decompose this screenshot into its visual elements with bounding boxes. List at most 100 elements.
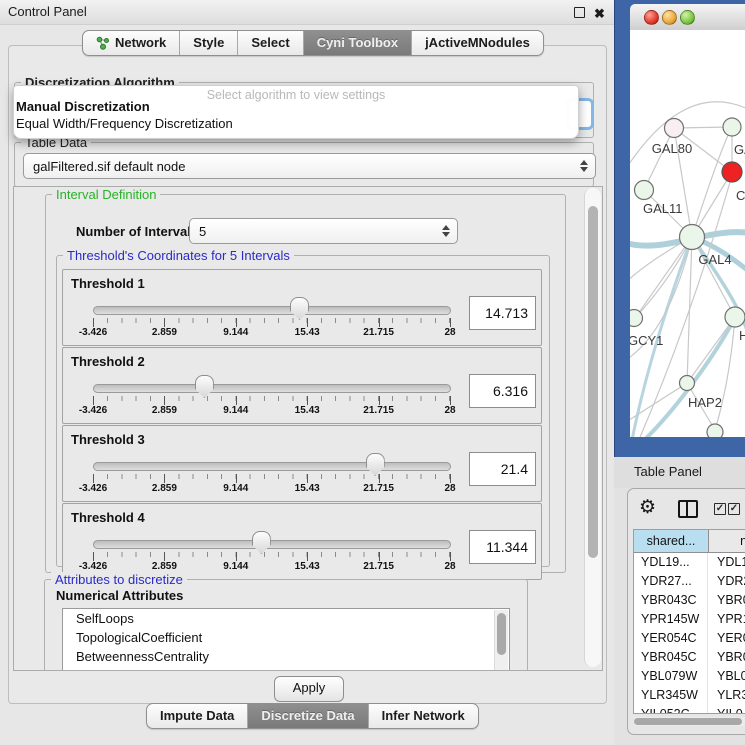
table-cell[interactable]: YDL19... [634, 553, 708, 572]
threshold-slider-thumb[interactable] [195, 375, 214, 398]
table-cell[interactable]: YLR3 [708, 686, 745, 705]
table-cell[interactable]: YDL1 [708, 553, 745, 572]
major-tick [164, 552, 165, 561]
threshold-value-field[interactable]: 11.344 [469, 530, 536, 564]
tab-style[interactable]: Style [179, 31, 237, 55]
numerical-attributes-list[interactable]: SelfLoopsTopologicalCoefficientBetweenne… [62, 608, 510, 671]
number-of-intervals-combobox[interactable]: 5 [189, 218, 458, 244]
table-header-row: shared... na [634, 530, 745, 553]
control-panel-titlebar: Control Panel ✖ [0, 0, 614, 25]
column-header-name[interactable]: na [709, 530, 745, 552]
network-node[interactable] [635, 181, 654, 200]
network-node-gal80[interactable] [665, 119, 684, 138]
table-row[interactable]: YDL19...YDL1 [634, 553, 745, 572]
threshold-slider-track[interactable] [93, 540, 451, 549]
table-row[interactable]: YDR27...YDR2 [634, 572, 745, 591]
table-cell[interactable]: YBR045C [634, 648, 708, 667]
checkbox-icon[interactable]: ✓ [714, 503, 726, 515]
table-cell[interactable]: YIL0 [708, 705, 743, 714]
list-item[interactable]: SelfLoops [63, 609, 509, 628]
scrollbar-thumb[interactable] [497, 613, 506, 655]
table-cell[interactable]: YDR2 [708, 572, 745, 591]
threshold-slider-track[interactable] [93, 306, 451, 315]
threshold-value-field[interactable]: 14.713 [469, 296, 536, 330]
table-cell[interactable]: YBL079W [634, 667, 708, 686]
split-columns-icon[interactable] [678, 500, 698, 518]
column-header-shared[interactable]: shared... [634, 530, 709, 552]
table-cell[interactable]: YBR043C [634, 591, 708, 610]
panel-title: Control Panel [8, 4, 87, 19]
number-of-intervals-label: Number of Intervals [76, 224, 198, 239]
tab-jactivemnodules[interactable]: jActiveMNodules [411, 31, 543, 55]
table-cell[interactable]: YPR1 [708, 610, 745, 629]
tab-cyni-toolbox[interactable]: Cyni Toolbox [303, 31, 411, 55]
tab-label: Infer Network [382, 708, 465, 723]
network-node[interactable] [707, 424, 723, 437]
tab-impute-data[interactable]: Impute Data [147, 704, 247, 728]
scrollbar-thumb[interactable] [588, 206, 598, 558]
tab-infer-network[interactable]: Infer Network [368, 704, 478, 728]
table-row[interactable]: YBR045CYBR0 [634, 648, 745, 667]
table-cell[interactable]: YIL052C [634, 705, 708, 714]
table-cell[interactable]: YLR345W [634, 686, 708, 705]
slider-ticks [93, 318, 450, 327]
table-row[interactable]: YIL052CYIL0 [634, 705, 745, 714]
table-row[interactable]: YBR043CYBR0 [634, 591, 745, 610]
network-node-gcy1[interactable] [630, 310, 643, 327]
table-cell[interactable]: YBL0 [708, 667, 745, 686]
tab-label: Style [193, 35, 224, 50]
group-title: Threshold's Coordinates for 5 Intervals [63, 248, 294, 263]
threshold-slider-thumb[interactable] [366, 453, 385, 476]
major-tick [450, 318, 451, 327]
dropdown-option-equal-width-frequency[interactable]: Equal Width/Frequency Discretization [16, 116, 233, 131]
network-canvas[interactable]: GAL80 GA C GAL11 GAL4 GCY1 H HAP2 [630, 30, 745, 437]
table-row[interactable]: YPR145WYPR1 [634, 610, 745, 629]
table-row[interactable]: YLR345WYLR3 [634, 686, 745, 705]
node-label-gcy1: GCY1 [630, 333, 663, 348]
tick-label: -3.426 [79, 483, 107, 494]
zoom-traffic-light[interactable] [680, 10, 695, 25]
threshold-slider-track[interactable] [93, 462, 451, 471]
network-node-gal4[interactable] [680, 225, 705, 250]
gear-icon[interactable]: ⚙ [639, 496, 656, 519]
major-tick [93, 552, 94, 561]
threshold-slider-track[interactable] [93, 384, 451, 393]
threshold-value-field[interactable]: 21.4 [469, 452, 536, 486]
node-label-hap2: HAP2 [688, 395, 722, 410]
close-traffic-light[interactable] [644, 10, 659, 25]
list-item[interactable]: TopologicalCoefficient [63, 628, 509, 647]
network-node[interactable] [725, 307, 745, 327]
node-attribute-table: shared... na YDL19...YDL1YDR27...YDR2YBR… [633, 529, 745, 714]
table-row[interactable]: YER054CYER0 [634, 629, 745, 648]
network-node-hap2[interactable] [680, 376, 695, 391]
close-icon[interactable]: ✖ [594, 6, 605, 22]
tab-discretize-data[interactable]: Discretize Data [247, 704, 367, 728]
float-window-icon[interactable] [574, 7, 585, 18]
table-cell[interactable]: YBR0 [708, 648, 745, 667]
apply-button[interactable]: Apply [274, 676, 344, 702]
checkbox-icon[interactable]: ✓ [728, 503, 740, 515]
tab-select[interactable]: Select [237, 31, 302, 55]
table-data-combobox[interactable]: galFiltered.sif default node [23, 153, 596, 179]
list-item[interactable]: BetweennessCentrality [63, 647, 509, 666]
table-cell[interactable]: YPR145W [634, 610, 708, 629]
major-tick [164, 474, 165, 483]
table-cell[interactable]: YER0 [708, 629, 745, 648]
table-horizontal-scrollbar[interactable] [633, 717, 745, 726]
network-icon [96, 36, 110, 50]
table-row[interactable]: YBL079WYBL0 [634, 667, 745, 686]
tab-network[interactable]: Network [83, 31, 179, 55]
threshold-slider-thumb[interactable] [290, 297, 309, 320]
network-node-selected[interactable] [722, 162, 742, 182]
table-cell[interactable]: YBR0 [708, 591, 745, 610]
settings-scrollbar[interactable] [584, 188, 601, 667]
minimize-traffic-light[interactable] [662, 10, 677, 25]
threshold-slider-thumb[interactable] [252, 531, 271, 554]
table-cell[interactable]: YDR27... [634, 572, 708, 591]
dropdown-option-manual-discretization[interactable]: Manual Discretization [16, 99, 150, 114]
table-cell[interactable]: YER054C [634, 629, 708, 648]
list-scrollbar[interactable] [494, 610, 508, 671]
scrollbar-thumb[interactable] [634, 718, 742, 725]
threshold-value-field[interactable]: 6.316 [469, 374, 536, 408]
network-node[interactable] [723, 118, 741, 136]
